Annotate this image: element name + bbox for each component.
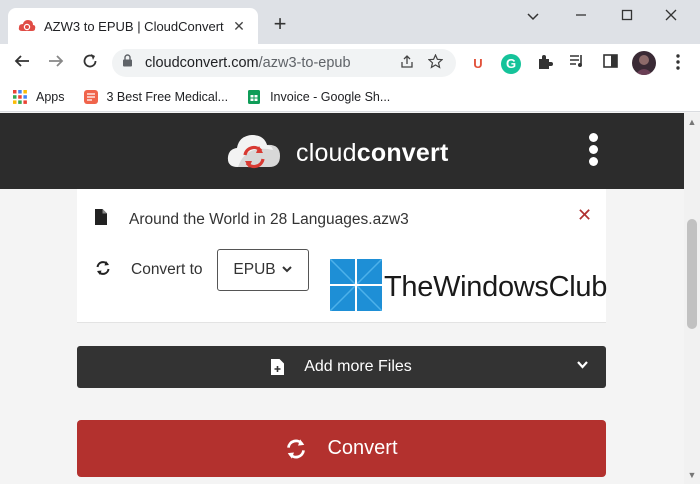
add-more-files-button[interactable]: Add more Files: [77, 346, 606, 388]
file-icon: [95, 209, 107, 230]
browser-toolbar: cloudconvert.com/azw3-to-epub U G: [0, 44, 700, 82]
cloudconvert-favicon-icon: [18, 17, 36, 35]
google-sheets-icon: [246, 89, 262, 105]
bookmarks-bar: Apps 3 Best Free Medical... Invoice - Go…: [0, 82, 700, 112]
lock-icon[interactable]: [122, 54, 133, 72]
puzzle-icon[interactable]: [535, 54, 555, 74]
reload-icon[interactable]: [78, 51, 102, 75]
logo-text: cloudconvert: [296, 139, 448, 168]
bookmark-medical[interactable]: 3 Best Free Medical...: [83, 89, 229, 105]
tab-title: AZW3 to EPUB | CloudConvert: [44, 18, 224, 34]
site-menu-icon[interactable]: [585, 133, 601, 169]
maximize-icon[interactable]: [612, 6, 642, 26]
grammarly-extension-icon[interactable]: G: [501, 54, 521, 74]
url-domain: cloudconvert.com: [145, 55, 259, 71]
add-file-icon: [271, 359, 285, 375]
tab-strip: AZW3 to EPUB | CloudConvert ✕ +: [0, 0, 700, 44]
format-dropdown[interactable]: EPUB: [216, 249, 309, 291]
bookmark-label: 3 Best Free Medical...: [106, 89, 229, 104]
bookmark-invoice[interactable]: Invoice - Google Sh...: [246, 89, 390, 105]
profile-avatar[interactable]: [632, 51, 656, 75]
logo-text-bold: convert: [356, 139, 449, 167]
ublock-extension-icon[interactable]: U: [468, 54, 488, 74]
file-name: Around the World in 28 Languages.azw3: [129, 210, 409, 228]
browser-tab[interactable]: AZW3 to EPUB | CloudConvert ✕: [8, 8, 258, 44]
address-bar[interactable]: cloudconvert.com/azw3-to-epub: [112, 49, 456, 77]
bookmark-label: Invoice - Google Sh...: [270, 89, 391, 104]
watermark: TheWindowsClub: [329, 258, 608, 316]
cloudconvert-logo[interactable]: cloudconvert: [226, 132, 448, 175]
kebab-menu-icon[interactable]: [668, 54, 688, 74]
media-control-icon[interactable]: [567, 54, 587, 74]
new-tab-button[interactable]: +: [268, 12, 292, 36]
share-icon[interactable]: [396, 54, 418, 72]
scroll-up-arrow-icon[interactable]: ▲: [684, 117, 700, 127]
logo-text-light: cloud: [296, 139, 357, 167]
windows-logo-icon: [329, 258, 383, 316]
chevron-down-icon[interactable]: [577, 358, 588, 372]
watermark-text: TheWindowsClub: [384, 271, 608, 303]
star-icon[interactable]: [424, 53, 446, 72]
chevron-down-icon: [281, 264, 292, 276]
add-more-files-label: Add more Files: [304, 358, 412, 375]
convert-label: Convert: [327, 437, 398, 459]
site-header: cloudconvert: [0, 113, 684, 189]
url-path: /azw3-to-epub: [258, 55, 351, 71]
page-viewport: cloudconvert Around the World in 28 Lang…: [0, 113, 684, 484]
bookmark-apps[interactable]: Apps: [12, 89, 65, 105]
back-arrow-icon[interactable]: [10, 51, 34, 75]
page-scrollbar[interactable]: ▲ ▼: [684, 113, 700, 484]
file-row: Around the World in 28 Languages.azw3: [95, 209, 409, 230]
sync-icon: [285, 438, 307, 460]
bookmark-site-icon: [83, 89, 99, 105]
format-value: EPUB: [233, 261, 276, 278]
forward-arrow-icon[interactable]: [44, 51, 68, 75]
convert-to-row: Convert to EPUB: [95, 249, 309, 291]
side-panel-icon[interactable]: [600, 54, 620, 74]
apps-grid-icon: [12, 89, 28, 105]
close-window-icon[interactable]: [656, 6, 686, 26]
tab-search-icon[interactable]: [518, 6, 548, 26]
minimize-icon[interactable]: [566, 6, 596, 26]
bookmark-label: Apps: [36, 89, 65, 104]
sync-icon: [95, 260, 111, 281]
scrollbar-thumb[interactable]: [687, 219, 697, 329]
convert-button[interactable]: Convert: [77, 420, 606, 477]
url-text[interactable]: cloudconvert.com/azw3-to-epub: [145, 55, 390, 71]
scroll-down-arrow-icon[interactable]: ▼: [684, 470, 700, 480]
cloud-logo-icon: [226, 132, 282, 175]
convert-to-label: Convert to: [131, 261, 203, 278]
remove-file-icon[interactable]: ✕: [577, 205, 592, 226]
tab-close-icon[interactable]: ✕: [230, 18, 248, 35]
